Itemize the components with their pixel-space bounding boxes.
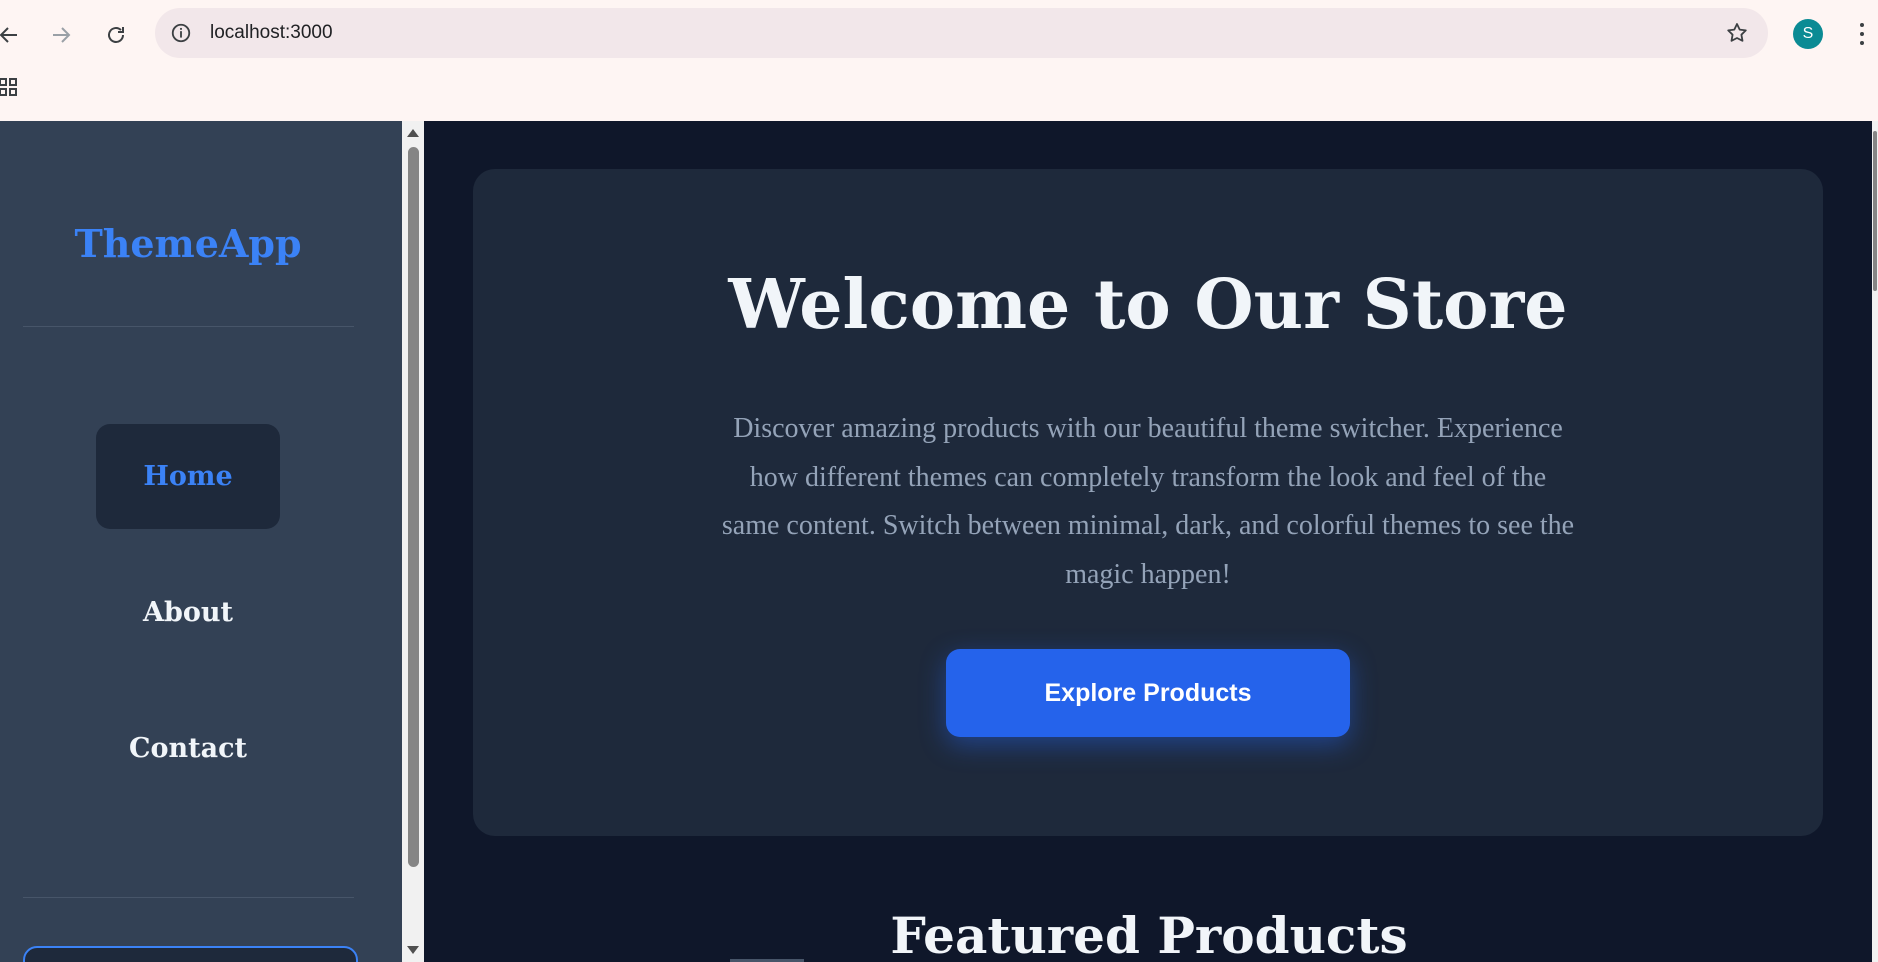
page-scrollbar-thumb[interactable]: [1873, 131, 1877, 291]
scrollbar-thumb[interactable]: [408, 147, 419, 867]
sidebar-item-about[interactable]: About: [96, 560, 280, 665]
sidebar-divider-top: [23, 326, 354, 327]
back-arrow-icon: [0, 27, 17, 43]
hero-card: Welcome to Our Store Discover amazing pr…: [473, 169, 1823, 836]
site-info-icon[interactable]: [169, 21, 193, 45]
sidebar-item-label: About: [143, 597, 233, 628]
kebab-menu-icon[interactable]: [1852, 20, 1872, 48]
browser-toolbar: localhost:3000 S: [0, 0, 1878, 122]
sidebar-item-label: Contact: [128, 733, 247, 764]
profile-avatar[interactable]: S: [1793, 19, 1823, 49]
sidebar-item-contact[interactable]: Contact: [96, 696, 280, 801]
sidebar-item-home[interactable]: Home: [96, 424, 280, 529]
sidebar-scrollbar[interactable]: [402, 121, 424, 962]
forward-button[interactable]: [44, 18, 78, 52]
sidebar-item-label: Home: [143, 461, 233, 492]
featured-products-heading: Featured Products: [890, 906, 1408, 962]
theme-switcher-panel[interactable]: [23, 946, 358, 962]
apps-grid-icon[interactable]: [0, 78, 18, 98]
url-text[interactable]: localhost:3000: [210, 22, 333, 44]
hero-title: Welcome to Our Store: [728, 265, 1568, 345]
reload-icon: [108, 27, 124, 43]
scroll-down-icon[interactable]: [407, 946, 419, 954]
forward-arrow-icon: [53, 27, 71, 43]
sidebar-divider-bottom: [23, 897, 354, 898]
explore-products-button[interactable]: Explore Products: [946, 649, 1350, 737]
bookmark-star-icon[interactable]: [1724, 20, 1750, 46]
scroll-up-icon[interactable]: [407, 129, 419, 137]
back-button[interactable]: [0, 18, 26, 52]
address-bar[interactable]: localhost:3000: [155, 8, 1768, 58]
hero-description: Discover amazing products with our beaut…: [721, 413, 1575, 590]
main-content: Welcome to Our Store Discover amazing pr…: [424, 121, 1878, 962]
reload-button[interactable]: [99, 18, 133, 52]
page-scrollbar[interactable]: [1872, 121, 1878, 962]
sidebar: ThemeApp Home About Contact: [0, 121, 402, 962]
brand-logo[interactable]: ThemeApp: [0, 221, 376, 266]
